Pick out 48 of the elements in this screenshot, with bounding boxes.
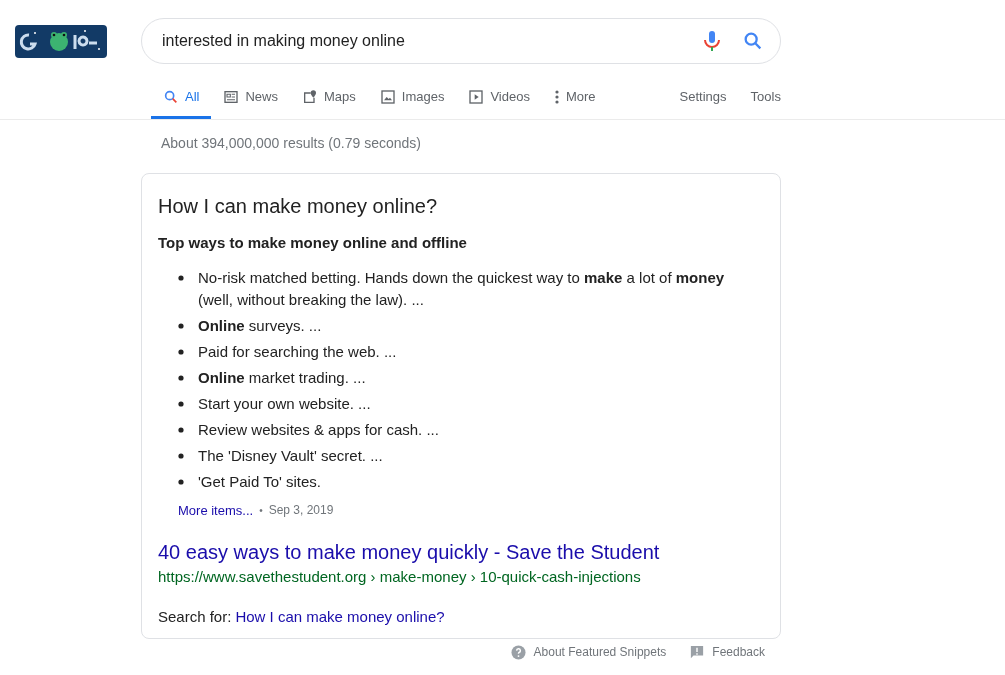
tab[interactable]: Images — [367, 77, 457, 119]
snippet-question: How I can make money online? — [158, 194, 439, 218]
map-pin-icon — [301, 88, 318, 105]
list-item: The 'Disney Vault' secret. ... — [198, 445, 383, 466]
tab[interactable]: More — [541, 77, 608, 119]
search-for-link[interactable]: How I can make money online? — [235, 605, 445, 628]
play-icon — [468, 88, 485, 105]
bullet-icon — [178, 452, 184, 459]
toolbar-link[interactable]: Settings — [667, 77, 739, 119]
list-item: 'Get Paid To' sites. — [198, 471, 321, 492]
result-stats: About 394,000,000 results (0.79 seconds) — [161, 134, 422, 153]
search-query: interested in making money online — [162, 31, 406, 51]
list-item: Paid for searching the web. ... — [198, 341, 397, 362]
bullet-icon — [178, 426, 184, 433]
bullet-icon — [178, 348, 184, 355]
list-item: Review websites & apps for cash. ... — [198, 419, 439, 440]
bullet-icon — [178, 374, 184, 381]
list-item: Online surveys. ... — [198, 315, 322, 336]
bullet-icon — [178, 400, 184, 407]
result-title-link[interactable]: 40 easy ways to make money quickly - Save the Student — [158, 540, 660, 564]
bullet-icon — [178, 478, 184, 485]
tab[interactable]: News — [211, 77, 290, 119]
image-icon — [379, 88, 396, 105]
logo-drawing[interactable] — [15, 24, 107, 58]
more-items-link[interactable]: More items... — [178, 500, 254, 520]
bullet-icon — [178, 274, 184, 281]
snippet-date: Sep 3, 2019 — [268, 502, 334, 520]
help-icon — [510, 644, 526, 660]
feedback-link[interactable]: Feedback — [690, 643, 765, 661]
list-item: No-risk matched betting. Hands down the quickest way to make a lot of money (well, without breaking the law). ... — [198, 267, 726, 310]
search-icon[interactable] — [742, 30, 764, 52]
search-icon — [163, 88, 179, 105]
bullet-icon — [178, 322, 184, 329]
list-item: Start your own website. ... — [198, 393, 371, 414]
tab[interactable]: Maps — [289, 77, 368, 119]
snippet-heading: Top ways to make money online and offline — [158, 233, 468, 253]
toolbar-link[interactable]: Tools — [738, 77, 793, 119]
separator-dot: • — [259, 503, 263, 518]
feedback-icon — [690, 645, 705, 659]
more-dots-icon — [553, 88, 560, 105]
search-for-label: Search for: — [158, 606, 232, 627]
list-item: Online market trading. ... — [198, 367, 366, 388]
tab[interactable]: All — [151, 77, 212, 119]
tab[interactable]: Videos — [456, 77, 542, 119]
newspaper-icon — [223, 88, 240, 105]
about-snippets-link[interactable]: About Featured Snippets — [510, 643, 667, 661]
microphone-icon[interactable] — [702, 29, 722, 53]
result-url: https://www.savethestudent.org › make-money › 10-quick-cash-injections — [158, 567, 642, 587]
